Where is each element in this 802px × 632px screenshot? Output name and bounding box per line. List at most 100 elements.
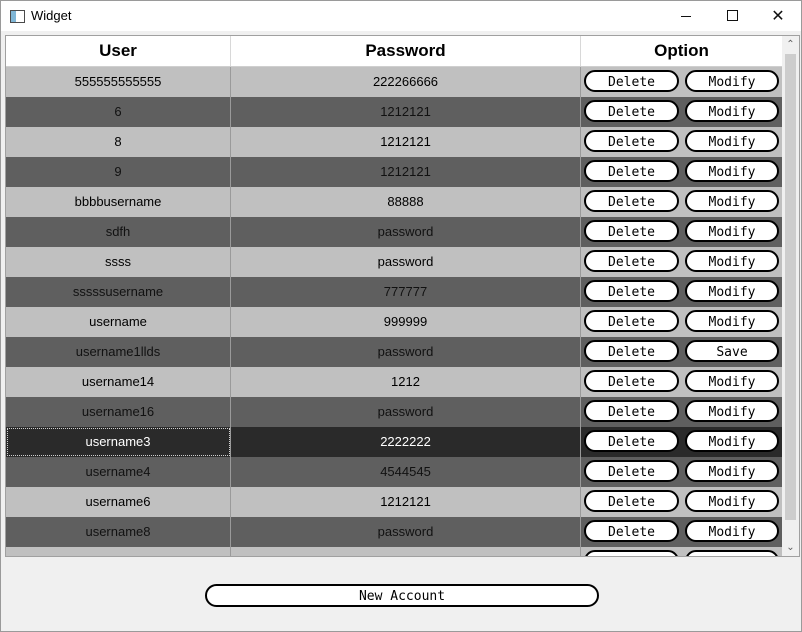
delete-button[interactable]: Delete [584, 190, 679, 212]
modify-button[interactable]: Modify [685, 190, 779, 212]
delete-button[interactable]: Delete [584, 460, 679, 482]
user-cell[interactable]: username6 [6, 487, 231, 517]
password-cell[interactable]: 999999 [231, 307, 581, 337]
table-row[interactable]: username 999999 Delete Modify [6, 307, 782, 337]
vertical-scrollbar[interactable]: ⌃ ⌄ [782, 36, 799, 556]
delete-button[interactable]: Delete [584, 340, 679, 362]
table-row[interactable]: ssss password Delete Modify [6, 247, 782, 277]
table-row[interactable]: sssssusername 777777 Delete Modify [6, 277, 782, 307]
password-cell[interactable]: password [231, 337, 581, 367]
table-row[interactable]: 8 1212121 Delete Modify [6, 127, 782, 157]
modify-button[interactable]: Modify [685, 100, 779, 122]
modify-button[interactable]: Modify [685, 70, 779, 92]
delete-button[interactable]: Delete [584, 520, 679, 542]
minimize-button[interactable] [663, 1, 709, 31]
scroll-thumb[interactable] [785, 54, 796, 520]
table-row[interactable] [6, 547, 782, 556]
password-cell[interactable]: password [231, 517, 581, 547]
modify-button[interactable]: Modify [685, 490, 779, 512]
table-row[interactable]: 6 1212121 Delete Modify [6, 97, 782, 127]
header-option[interactable]: Option [581, 36, 782, 66]
user-cell[interactable]: ssss [6, 247, 231, 277]
password-cell[interactable]: password [231, 217, 581, 247]
table-row[interactable]: username16 password Delete Modify [6, 397, 782, 427]
password-cell[interactable]: password [231, 247, 581, 277]
table-row[interactable]: 555555555555 222266666 Delete Modify [6, 67, 782, 97]
header-password[interactable]: Password [231, 36, 581, 66]
user-cell[interactable]: username14 [6, 367, 231, 397]
option-cell: Delete Modify [581, 97, 782, 127]
password-cell[interactable]: 1212121 [231, 97, 581, 127]
password-cell[interactable]: 222266666 [231, 67, 581, 97]
table-row[interactable]: username8 password Delete Modify [6, 517, 782, 547]
modify-button[interactable] [685, 550, 779, 556]
option-cell: Delete Modify [581, 187, 782, 217]
delete-button[interactable]: Delete [584, 370, 679, 392]
modify-button[interactable]: Modify [685, 280, 779, 302]
delete-button[interactable]: Delete [584, 160, 679, 182]
user-cell[interactable]: username16 [6, 397, 231, 427]
modify-button[interactable]: Modify [685, 430, 779, 452]
table-row[interactable]: username1llds password Delete Save [6, 337, 782, 367]
delete-button[interactable]: Delete [584, 220, 679, 242]
delete-button[interactable]: Delete [584, 310, 679, 332]
user-cell[interactable]: 555555555555 [6, 67, 231, 97]
user-cell[interactable]: 9 [6, 157, 231, 187]
delete-button[interactable]: Delete [584, 490, 679, 512]
table-row[interactable]: sdfh password Delete Modify [6, 217, 782, 247]
password-cell[interactable]: 2222222 [231, 427, 581, 457]
table-row[interactable]: 9 1212121 Delete Modify [6, 157, 782, 187]
table-row[interactable]: username14 1212 Delete Modify [6, 367, 782, 397]
user-cell[interactable]: bbbbusername [6, 187, 231, 217]
user-cell[interactable]: username1llds [6, 337, 231, 367]
password-cell[interactable] [231, 547, 581, 556]
user-cell[interactable]: sssssusername [6, 277, 231, 307]
modify-button[interactable]: Modify [685, 160, 779, 182]
maximize-button[interactable] [709, 1, 755, 31]
delete-button[interactable] [584, 550, 679, 556]
modify-button[interactable]: Modify [685, 400, 779, 422]
header-user[interactable]: User [6, 36, 231, 66]
scroll-up-icon[interactable]: ⌃ [782, 36, 799, 53]
delete-button[interactable]: Delete [584, 130, 679, 152]
save-button[interactable]: Save [685, 340, 779, 362]
modify-button[interactable]: Modify [685, 250, 779, 272]
password-cell[interactable]: 777777 [231, 277, 581, 307]
password-cell[interactable]: 88888 [231, 187, 581, 217]
table-row[interactable]: username4 4544545 Delete Modify [6, 457, 782, 487]
modify-button[interactable]: Modify [685, 520, 779, 542]
password-cell[interactable]: 1212121 [231, 487, 581, 517]
modify-button[interactable]: Modify [685, 370, 779, 392]
user-cell[interactable]: 6 [6, 97, 231, 127]
password-cell[interactable]: 4544545 [231, 457, 581, 487]
close-button[interactable]: ✕ [755, 1, 801, 31]
option-cell: Delete Modify [581, 397, 782, 427]
delete-button[interactable]: Delete [584, 400, 679, 422]
user-cell[interactable]: 8 [6, 127, 231, 157]
table-row[interactable]: username6 1212121 Delete Modify [6, 487, 782, 517]
scroll-down-icon[interactable]: ⌄ [782, 539, 799, 556]
modify-button[interactable]: Modify [685, 130, 779, 152]
table-header: User Password Option [6, 36, 782, 67]
delete-button[interactable]: Delete [584, 70, 679, 92]
password-cell[interactable]: 1212121 [231, 127, 581, 157]
user-cell[interactable]: username [6, 307, 231, 337]
user-cell[interactable]: username4 [6, 457, 231, 487]
user-cell[interactable]: sdfh [6, 217, 231, 247]
user-cell[interactable] [6, 547, 231, 556]
delete-button[interactable]: Delete [584, 250, 679, 272]
password-cell[interactable]: password [231, 397, 581, 427]
user-cell[interactable]: username3 [6, 427, 231, 457]
delete-button[interactable]: Delete [584, 280, 679, 302]
modify-button[interactable]: Modify [685, 220, 779, 242]
table-row[interactable]: username3 2222222 Delete Modify [6, 427, 782, 457]
delete-button[interactable]: Delete [584, 430, 679, 452]
user-cell[interactable]: username8 [6, 517, 231, 547]
modify-button[interactable]: Modify [685, 310, 779, 332]
new-account-button[interactable]: New Account [205, 584, 599, 607]
password-cell[interactable]: 1212121 [231, 157, 581, 187]
password-cell[interactable]: 1212 [231, 367, 581, 397]
modify-button[interactable]: Modify [685, 460, 779, 482]
delete-button[interactable]: Delete [584, 100, 679, 122]
table-row[interactable]: bbbbusername 88888 Delete Modify [6, 187, 782, 217]
